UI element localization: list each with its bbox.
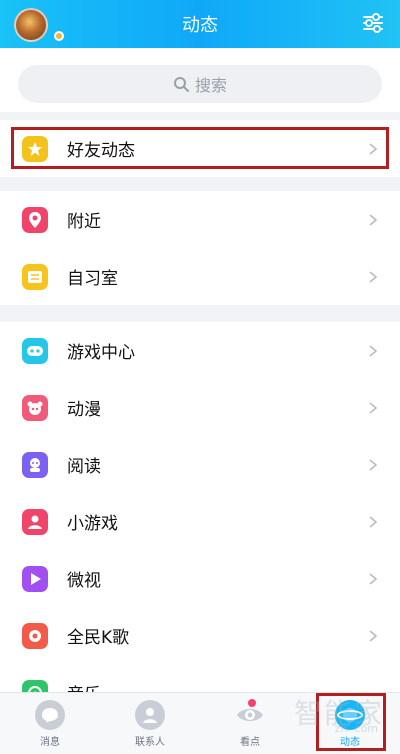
study-room-icon [22,263,48,290]
feed-menu: 搜索 好友动态 附近 自习室 游戏中心 动漫 阅读 小游戏 微视 全民K歌 [0,48,400,721]
chevron-right-icon [369,572,378,585]
menu-item-label: 好友动态 [67,141,135,161]
menu-item-anime[interactable]: 动漫 [0,379,400,436]
tab-messages[interactable]: 消息 [0,693,100,754]
chevron-right-icon [369,270,378,283]
tab-label: 动态 [340,736,360,748]
chevron-right-icon [369,213,378,226]
menu-item-karaoke[interactable]: 全民K歌 [0,607,400,664]
reader-icon [22,451,48,478]
menu-item-label: 全民K歌 [67,628,130,648]
star-icon [22,135,48,162]
menu-item-weishi[interactable]: 微视 [0,550,400,607]
location-pin-icon [22,206,48,233]
chevron-right-icon [369,458,378,471]
menu-item-reading[interactable]: 阅读 [0,436,400,493]
menu-item-label: 附近 [67,212,101,232]
avatar[interactable] [14,8,48,42]
search-section: 搜索 [0,48,400,112]
menu-item-label: 阅读 [67,457,101,477]
panda-icon [22,394,48,421]
chevron-right-icon [369,401,378,414]
gamepad-icon [22,337,48,364]
chevron-right-icon [369,344,378,357]
tab-label: 联系人 [135,736,165,748]
tab-contacts[interactable]: 联系人 [100,693,200,754]
menu-item-label: 自习室 [67,269,118,289]
menu-item-label: 小游戏 [67,514,118,534]
friends-feed-group: 好友动态 [0,120,400,177]
message-icon [35,699,65,730]
search-input[interactable]: 搜索 [18,65,382,103]
planet-icon [335,699,365,730]
contacts-icon [135,699,165,730]
services-group: 游戏中心 动漫 阅读 小游戏 微视 全民K歌 [0,322,400,721]
notification-dot [248,699,256,707]
search-icon [173,77,189,92]
menu-item-study-room[interactable]: 自习室 [0,248,400,305]
search-placeholder: 搜索 [194,76,227,95]
menu-item-label: 游戏中心 [67,343,135,363]
page-title: 动态 [182,15,218,36]
tab-label: 看点 [240,736,260,748]
chevron-right-icon [369,515,378,528]
play-icon [22,565,48,592]
menu-item-label: 微视 [67,571,101,591]
karaoke-icon [22,622,48,649]
menu-item-mini-games[interactable]: 小游戏 [0,493,400,550]
top-bar: 动态 [0,0,400,48]
menu-item-nearby[interactable]: 附近 [0,191,400,248]
chevron-right-icon [369,142,378,155]
menu-item-label: 动漫 [67,400,101,420]
menu-item-game-center[interactable]: 游戏中心 [0,322,400,379]
bottom-tab-bar: 消息 联系人 看点 动态 [0,692,400,754]
chevron-right-icon [369,629,378,642]
avatar-badge [54,31,64,41]
menu-item-friends-feed[interactable]: 好友动态 [0,120,400,177]
mini-game-icon [22,508,48,535]
tab-feed[interactable]: 动态 [300,693,400,754]
tab-label: 消息 [40,736,60,748]
settings-sliders-icon[interactable] [362,12,384,34]
nearby-group: 附近 自习室 [0,191,400,305]
tab-discover[interactable]: 看点 [200,693,300,754]
